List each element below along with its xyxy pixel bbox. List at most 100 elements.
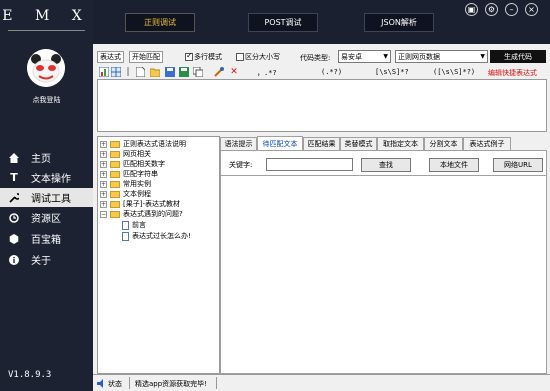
close-icon[interactable]: × (525, 3, 538, 16)
tree-item[interactable]: 表达式过长怎么办! (122, 231, 191, 241)
tree-item[interactable]: + 匹配字符串 (100, 169, 158, 179)
open-folder-icon[interactable] (150, 67, 160, 77)
watermark-brand: QQTN.com (430, 350, 507, 365)
nav-item-resources[interactable]: 资源区 (0, 208, 93, 227)
expression-textarea[interactable] (97, 79, 547, 132)
status-message: 精选app资源获取完毕! (135, 380, 207, 388)
local-file-button[interactable]: 本地文件 (429, 158, 479, 172)
tab-split-text[interactable]: 分割文本 (424, 137, 463, 151)
edit-shortcut-link[interactable]: 编辑快捷表达式 (488, 68, 537, 78)
page-source-select[interactable]: 正则网页数据 ▼ (395, 50, 488, 63)
tab-json-parse[interactable]: JSON解析 (364, 13, 434, 32)
tab-post-debug[interactable]: POST调试 (248, 13, 318, 32)
tree-item-label: 常用实例 (123, 180, 151, 188)
token-group-all-lazy[interactable]: ([\s\S]*?) (433, 68, 475, 76)
nav-item-toolbox[interactable]: 百宝箱 (0, 229, 93, 248)
expand-icon[interactable]: + (100, 170, 107, 178)
expand-icon[interactable]: + (100, 200, 107, 208)
tree-item[interactable]: + 正则表达式语法说明 (100, 139, 186, 149)
minimize-icon[interactable]: – (505, 3, 518, 16)
generate-code-button[interactable]: 生成代码 (490, 50, 546, 63)
nav-item-debug[interactable]: 调试工具 (0, 188, 93, 207)
tree-item[interactable]: + 匹配相关数字 (100, 159, 165, 169)
tree-item[interactable]: + [果子]-表达式教材 (100, 199, 180, 209)
code-type-select[interactable]: 易安卓 ▼ (338, 50, 391, 63)
save-icon[interactable] (165, 67, 175, 77)
tree-item-label: 表达式遇到的问题? (123, 210, 183, 218)
folder-icon (110, 200, 120, 208)
folder-icon (110, 180, 120, 188)
expand-icon[interactable]: + (100, 150, 107, 158)
tree-item-label: 匹配相关数字 (123, 160, 165, 168)
tab-regex-debug[interactable]: 正则调试 (125, 13, 195, 32)
chevron-down-icon: ▼ (480, 53, 485, 60)
nav-label: 主页 (31, 154, 51, 165)
tree-item[interactable]: + 网页相关 (100, 149, 151, 159)
folder-icon (110, 140, 120, 148)
avatar[interactable] (27, 49, 65, 87)
save-as-icon[interactable] (179, 67, 189, 77)
wrench-icon (7, 192, 21, 203)
tree-item[interactable]: − 表达式遇到的问题? (100, 209, 183, 219)
delete-icon[interactable]: ✕ (229, 67, 239, 77)
folder-icon (110, 160, 120, 168)
skin-icon[interactable]: ▣ (465, 3, 478, 16)
tab-replace-mode[interactable]: 类替模式 (340, 137, 377, 151)
speaker-icon (97, 379, 106, 390)
nav-item-text[interactable]: T 文本操作 (0, 168, 93, 187)
expand-icon[interactable]: + (100, 140, 107, 148)
token-group-lazy[interactable]: (.*?) (321, 68, 342, 76)
login-link[interactable]: 点我登陆 (0, 95, 93, 105)
chart-icon[interactable] (99, 67, 109, 77)
tab-extract-text[interactable]: 取指定文本 (377, 137, 424, 151)
expand-icon[interactable]: + (100, 180, 107, 188)
nav-label: 百宝箱 (31, 235, 61, 246)
tree-item[interactable]: + 常用实例 (100, 179, 151, 189)
nav-label: 资源区 (31, 214, 61, 225)
status-divider (129, 377, 130, 389)
home-icon (7, 152, 21, 163)
nav-item-about[interactable]: 关于 (0, 250, 93, 269)
nav-label: 关于 (31, 256, 51, 267)
start-match-button[interactable]: 开始匹配 (129, 51, 163, 63)
multiline-checkbox[interactable]: 多行模式 (185, 51, 222, 62)
multiline-label: 多行模式 (194, 53, 222, 61)
panda-avatar-icon (27, 49, 65, 87)
chevron-down-icon: ▼ (383, 53, 388, 60)
settings-icon[interactable]: ⚙ (485, 3, 498, 16)
info-icon (7, 254, 21, 265)
status-bar: 状态 精选app资源获取完毕! (93, 374, 550, 391)
new-file-icon[interactable] (135, 67, 145, 77)
match-text-area[interactable] (221, 175, 546, 373)
status-label: 状态 (108, 380, 122, 388)
keyword-input[interactable] (266, 158, 353, 171)
tab-text-to-match[interactable]: 待匹配文本 (257, 136, 303, 151)
grid-icon[interactable] (111, 67, 121, 77)
tree-item-label: 匹配字符串 (123, 170, 158, 178)
text-to-match-panel: 关键字: 查找 本地文件 网络URL (220, 150, 547, 374)
nav-label: 调试工具 (31, 194, 71, 205)
collapse-icon[interactable]: − (100, 210, 107, 218)
nav-label: 文本操作 (31, 174, 71, 185)
expand-icon[interactable]: + (100, 160, 107, 168)
case-checkbox[interactable]: 区分大小写 (236, 52, 280, 62)
tab-expression-examples[interactable]: 表达式例子 (463, 137, 511, 151)
copy-icon[interactable] (193, 67, 203, 77)
web-url-button[interactable]: 网络URL (493, 158, 543, 172)
version-label: V1.8.9.3 (8, 370, 52, 380)
tree-item-label: 文本例程 (123, 190, 151, 198)
tab-syntax-hint[interactable]: 语法提示 (220, 137, 257, 151)
token-all-lazy[interactable]: [\s\S]*? (375, 68, 409, 76)
tree-item-label: 正则表达式语法说明 (123, 140, 186, 148)
main-panel: 表达式 开始匹配 多行模式 区分大小写 代码类型: 易安卓 ▼ 正则网页数据 ▼ 生… (93, 44, 550, 391)
nav-item-home[interactable]: 主页 (0, 148, 93, 167)
expand-icon[interactable]: + (100, 190, 107, 198)
brush-icon[interactable] (214, 67, 224, 77)
tab-match-result[interactable]: 匹配结果 (303, 137, 340, 151)
tree-item-label: 表达式过长怎么办! (132, 232, 191, 240)
token-any-lazy[interactable]: ，.*? (257, 68, 277, 78)
search-button[interactable]: 查找 (361, 158, 411, 172)
expression-label: 表达式 (97, 51, 124, 63)
tree-item[interactable]: 前言 (122, 220, 146, 230)
tree-item[interactable]: + 文本例程 (100, 189, 151, 199)
